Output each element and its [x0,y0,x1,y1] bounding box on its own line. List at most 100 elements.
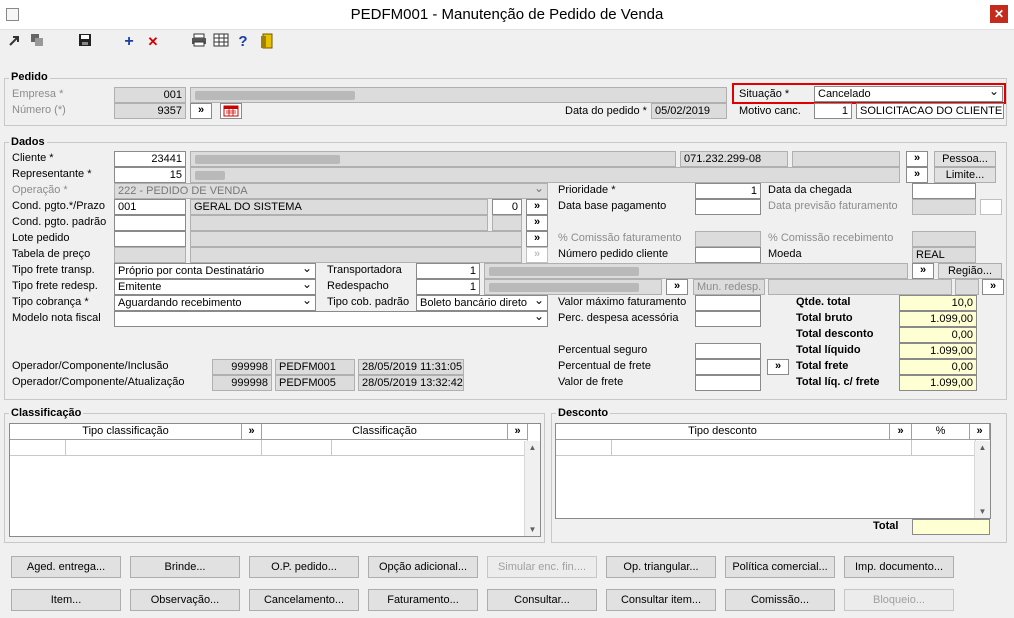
imp-documento-button[interactable]: Imp. documento... [844,556,954,578]
redespacho-code-field[interactable]: 1 [416,279,480,295]
help-icon[interactable]: ? [234,33,252,51]
grid-cell[interactable] [262,440,332,456]
mun-redesp-lookup-button[interactable]: » [982,279,1004,295]
redespacho-name-field [484,279,662,295]
cond-prazo-field[interactable]: 0 [492,199,522,215]
col-tipo-desconto-lookup[interactable]: » [890,424,912,440]
grid-cell[interactable] [612,440,912,456]
data-pedido-label: Data do pedido * [565,105,647,117]
valor-frete-field[interactable] [695,375,761,391]
limite-button[interactable]: Limite... [934,167,996,183]
lote-lookup-button[interactable]: » [526,231,548,247]
copy-icon[interactable] [28,33,46,51]
opcao-adicional-button[interactable]: Opção adicional... [368,556,478,578]
numero-field: 9357 [114,103,186,119]
lote-label: Lote pedido [12,232,70,244]
cond-padrao-code-field[interactable] [114,215,186,231]
representante-name-field [190,167,900,183]
motivo-desc-field: SOLICITACAO DO CLIENTE [856,103,1004,119]
consultar-button[interactable]: Consultar... [487,589,597,611]
frete-lookup-button[interactable]: » [767,359,789,375]
operacao-select: 222 - PEDIDO DE VENDA [114,183,548,199]
consultar-item-button[interactable]: Consultar item... [606,589,716,611]
comissao-rec-label: % Comissão recebimento [768,232,894,244]
simular-enc-fin-button: Simular enc. fin.... [487,556,597,578]
numero-lookup-button[interactable]: » [190,103,212,119]
perc-desp-field[interactable] [695,311,761,327]
observacao-button[interactable]: Observação... [130,589,240,611]
col-classificacao[interactable]: Classificação [262,424,508,440]
item-button[interactable]: Item... [11,589,121,611]
frete-redesp-select[interactable]: Emitente [114,279,316,295]
representante-lookup-button[interactable]: » [906,167,928,183]
numero-pedido-cliente-field[interactable] [695,247,761,263]
grid-cell[interactable] [66,440,262,456]
perc-seguro-field[interactable] [695,343,761,359]
perc-frete-field[interactable] [695,359,761,375]
classificacao-scrollbar[interactable]: ▲ ▼ [524,441,540,536]
import-icon[interactable] [6,33,24,51]
valor-max-field[interactable] [695,295,761,311]
data-base-field[interactable] [695,199,761,215]
col-percent[interactable]: % [912,424,970,440]
cond-pgto-lookup-button[interactable]: » [526,199,548,215]
cliente-lookup-button[interactable]: » [906,151,928,167]
data-pedido-field: 05/02/2019 [651,103,727,119]
motivo-code-field[interactable]: 1 [814,103,852,119]
politica-comercial-button[interactable]: Política comercial... [725,556,835,578]
regiao-button[interactable]: Região... [938,263,1002,279]
classificacao-title: Classificação [9,407,84,419]
grid-icon[interactable] [212,33,230,51]
grid-cell[interactable] [10,440,66,456]
cond-pgto-code-field[interactable]: 001 [114,199,186,215]
col-tipo-classificacao-lookup[interactable]: » [242,424,262,440]
faturamento-button[interactable]: Faturamento... [368,589,478,611]
pessoa-button[interactable]: Pessoa... [934,151,996,167]
op-triangular-button[interactable]: Op. triangular... [606,556,716,578]
tabela-label: Tabela de preço [12,248,91,260]
classificacao-grid[interactable]: Tipo classificação » Classificação » ▲ ▼ [9,423,541,537]
close-button[interactable]: ✕ [990,5,1008,23]
transportadora-lookup-button[interactable]: » [912,263,934,279]
situacao-select[interactable]: Cancelado [814,86,1003,102]
exit-icon[interactable] [258,33,276,51]
data-prev-field [912,199,976,215]
comissao-button[interactable]: Comissão... [725,589,835,611]
cobranca-select[interactable]: Aguardando recebimento [114,295,316,311]
cond-padrao-lookup-button[interactable]: » [526,215,548,231]
modelo-select[interactable] [114,311,548,327]
data-chegada-label: Data da chegada [768,184,852,196]
data-chegada-field[interactable] [912,183,976,199]
total-frete-label: Total frete [796,360,849,372]
delete-icon[interactable]: ✕ [144,33,162,51]
cancelamento-button[interactable]: Cancelamento... [249,589,359,611]
comissao-fat-field [695,231,761,247]
col-tipo-classificacao[interactable]: Tipo classificação [10,424,242,440]
tipo-cob-padrao-select[interactable]: Boleto bancário direto [416,295,548,311]
add-icon[interactable]: + [120,33,138,51]
op-pedido-button[interactable]: O.P. pedido... [249,556,359,578]
lote-code-field[interactable] [114,231,186,247]
print-icon[interactable] [190,33,208,51]
comissao-fat-label: % Comissão faturamento [558,232,682,244]
brinde-button[interactable]: Brinde... [130,556,240,578]
desconto-grid[interactable]: Tipo desconto » % » ▲ ▼ [555,423,991,519]
grid-cell[interactable] [912,440,976,456]
representante-code-field[interactable]: 15 [114,167,186,183]
desconto-scrollbar[interactable]: ▲ ▼ [974,441,990,518]
col-tipo-desconto[interactable]: Tipo desconto [556,424,890,440]
col-classificacao-lookup[interactable]: » [508,424,528,440]
aged-entrega-button[interactable]: Aged. entrega... [11,556,121,578]
frete-transp-select[interactable]: Próprio por conta Destinatário [114,263,316,279]
save-icon[interactable] [76,33,94,51]
grid-cell[interactable] [556,440,612,456]
grid-cell[interactable] [332,440,528,456]
total-liq-frete-label: Total líq. c/ frete [796,376,880,388]
cliente-name-field [190,151,676,167]
cliente-code-field[interactable]: 23441 [114,151,186,167]
prioridade-field[interactable]: 1 [695,183,761,199]
redespacho-lookup-button[interactable]: » [666,279,688,295]
col-percent-lookup[interactable]: » [970,424,990,440]
calendar-icon[interactable] [220,103,242,119]
transportadora-code-field[interactable]: 1 [416,263,480,279]
